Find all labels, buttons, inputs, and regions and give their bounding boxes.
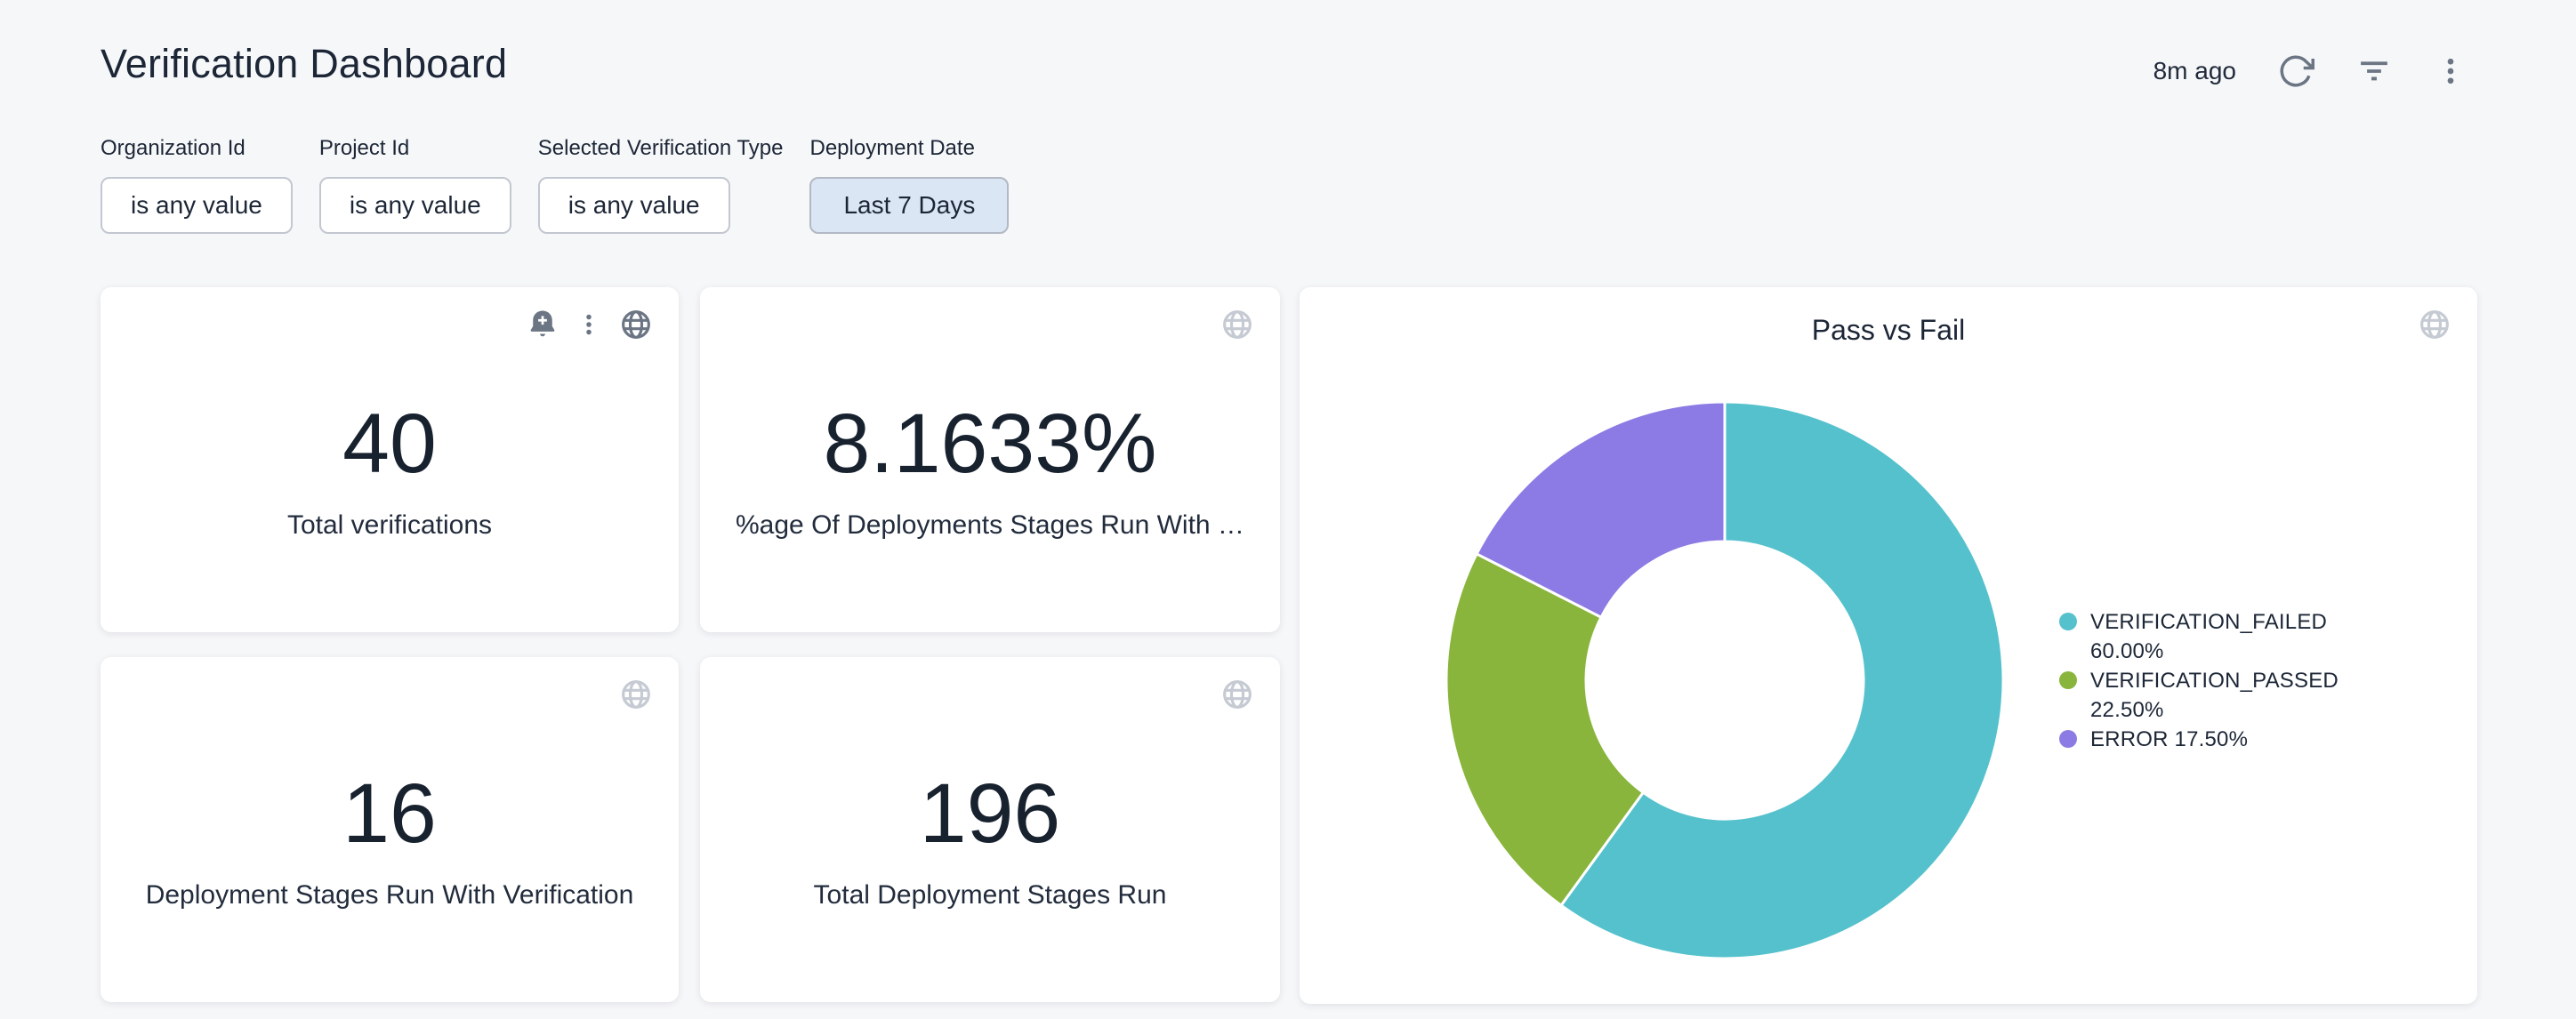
- globe-icon: [2417, 307, 2452, 342]
- legend-item-verification-failed[interactable]: VERIFICATION_FAILED 60.00%: [2059, 607, 2371, 666]
- kebab-menu-icon: [576, 309, 602, 340]
- filter-bar: Organization Id is any value Project Id …: [101, 135, 1009, 234]
- filter-label: Selected Verification Type: [538, 135, 784, 161]
- refresh-button[interactable]: [2277, 52, 2314, 90]
- tile-label: %age Of Deployments Stages Run With V…: [736, 509, 1244, 542]
- pass-vs-fail-chart-card: Pass vs Fail VERIFICATION_FAILED 60.00% …: [1300, 287, 2477, 1004]
- legend-label: VERIFICATION_PASSED 22.50%: [2090, 666, 2371, 725]
- dashboard-more-options-button[interactable]: [2434, 54, 2467, 88]
- tile-label: Total Deployment Stages Run: [736, 879, 1244, 911]
- refresh-icon: [2277, 52, 2314, 90]
- filter-value-button-organization-id[interactable]: is any value: [101, 177, 293, 234]
- legend-item-error[interactable]: ERROR 17.50%: [2059, 725, 2371, 754]
- filter-selected-verification-type: Selected Verification Type is any value: [538, 135, 784, 234]
- explore-from-here-button[interactable]: [618, 677, 654, 712]
- legend-label: VERIFICATION_FAILED 60.00%: [2090, 607, 2371, 666]
- filter-project-id: Project Id is any value: [319, 135, 511, 234]
- chart-legend: VERIFICATION_FAILED 60.00% VERIFICATION_…: [2059, 607, 2371, 754]
- tile-pct-stages-with-verification: 8.1633% %age Of Deployments Stages Run W…: [700, 287, 1280, 632]
- donut-chart: [1440, 396, 2009, 965]
- filter-organization-id: Organization Id is any value: [101, 135, 293, 234]
- tile-total-deployment-stages-run: 196 Total Deployment Stages Run: [700, 657, 1280, 1002]
- explore-from-here-button[interactable]: [1220, 677, 1255, 712]
- tile-value: 16: [101, 766, 679, 863]
- dashboard-filters-button[interactable]: [2355, 52, 2393, 90]
- globe-icon: [1220, 307, 1255, 342]
- globe-icon: [618, 307, 654, 342]
- tile-value: 8.1633%: [700, 396, 1280, 493]
- tile-label: Deployment Stages Run With Verification: [136, 879, 643, 911]
- tile-menu-button[interactable]: [576, 309, 602, 340]
- kebab-menu-icon: [2434, 54, 2467, 88]
- legend-swatch-error: [2059, 730, 2077, 748]
- filter-icon: [2355, 52, 2393, 90]
- legend-swatch-verification-failed: [2059, 613, 2077, 630]
- chart-title: Pass vs Fail: [1300, 314, 2477, 347]
- bell-plus-icon: [526, 308, 559, 341]
- filter-label: Organization Id: [101, 135, 293, 161]
- tile-stages-run-with-verification: 16 Deployment Stages Run With Verificati…: [101, 657, 679, 1002]
- legend-item-verification-passed[interactable]: VERIFICATION_PASSED 22.50%: [2059, 666, 2371, 725]
- dashboard-screen: Verification Dashboard 8m ago: [0, 0, 2576, 1019]
- page-title: Verification Dashboard: [101, 41, 507, 87]
- filter-label: Project Id: [319, 135, 511, 161]
- filter-value-button-deployment-date[interactable]: Last 7 Days: [809, 177, 1009, 234]
- tile-label: Total verifications: [136, 509, 643, 542]
- explore-from-here-button[interactable]: [2417, 307, 2452, 342]
- explore-from-here-button[interactable]: [618, 307, 654, 342]
- globe-icon: [1220, 677, 1255, 712]
- globe-icon: [618, 677, 654, 712]
- tile-value: 196: [700, 766, 1280, 863]
- filter-value-button-selected-verification-type[interactable]: is any value: [538, 177, 730, 234]
- filter-value-button-project-id[interactable]: is any value: [319, 177, 511, 234]
- tile-total-verifications: 40 Total verifications: [101, 287, 679, 632]
- filter-label: Deployment Date: [809, 135, 1009, 161]
- filter-deployment-date: Deployment Date Last 7 Days: [809, 135, 1009, 234]
- legend-label: ERROR 17.50%: [2090, 725, 2248, 754]
- tile-value: 40: [101, 396, 679, 493]
- explore-from-here-button[interactable]: [1220, 307, 1255, 342]
- legend-swatch-verification-passed: [2059, 671, 2077, 689]
- alert-bell-button[interactable]: [526, 308, 559, 341]
- header-actions: 8m ago: [2153, 50, 2467, 92]
- last-refresh-text: 8m ago: [2153, 57, 2236, 85]
